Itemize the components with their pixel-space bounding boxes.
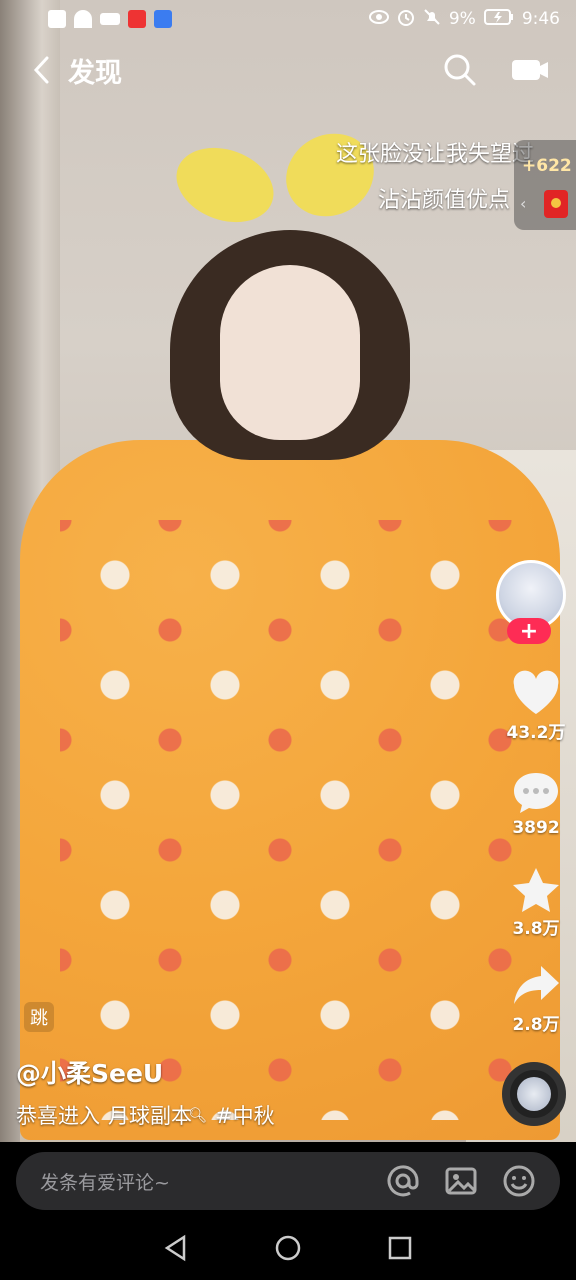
nav-home-button[interactable] <box>268 1228 308 1268</box>
video-caption-line2: 沾沾颜值优点 <box>377 188 510 213</box>
search-keyword: 月球副本 <box>108 1104 192 1128</box>
back-button[interactable] <box>22 50 62 90</box>
chevron-left-icon: ‹ <box>520 194 527 213</box>
comment-count: 3892 <box>512 818 560 838</box>
comment-icon <box>514 773 558 813</box>
share-button[interactable]: 2.8万 <box>504 962 568 1035</box>
mute-icon <box>423 8 441 31</box>
hashtag-link[interactable]: #中秋 <box>215 1100 275 1130</box>
star-icon <box>513 868 559 912</box>
music-disc-button[interactable] <box>502 1062 566 1126</box>
share-arrow-icon <box>514 966 559 1004</box>
share-count: 2.8万 <box>512 1015 560 1035</box>
follow-button[interactable]: + <box>507 618 551 644</box>
shirt-pattern <box>60 520 530 1120</box>
plus-icon: + <box>519 618 539 644</box>
music-cover <box>517 1077 551 1111</box>
wifi-icon <box>74 10 92 28</box>
top-header: 发现 <box>0 40 576 100</box>
video-camera-icon <box>512 60 548 80</box>
alarm-icon <box>397 8 415 31</box>
search-button[interactable] <box>440 50 480 90</box>
page-title: 发现 <box>68 57 122 89</box>
heart-icon <box>513 670 559 714</box>
battery-percent: 9% <box>448 9 476 29</box>
image-button[interactable] <box>444 1164 478 1198</box>
square-recents-icon <box>388 1236 412 1260</box>
nav-back-button[interactable] <box>156 1228 196 1268</box>
desc-text: 恭喜进入 <box>16 1104 100 1128</box>
nav-recents-button[interactable] <box>380 1228 420 1268</box>
search-keyword-link[interactable]: 月球副本 🔍︎ <box>108 1100 207 1130</box>
app-icon <box>154 10 172 28</box>
search-mini-icon: 🔍︎ <box>188 1106 208 1124</box>
reward-count: +622 <box>522 156 572 176</box>
author-name[interactable]: @小柔SeeU <box>16 1054 163 1090</box>
smile-icon <box>503 1165 535 1197</box>
search-icon <box>444 54 476 86</box>
status-right: 9% 9:46 <box>368 8 560 31</box>
status-left-icons <box>48 10 172 28</box>
circle-home-icon <box>275 1235 301 1261</box>
at-icon <box>387 1165 419 1197</box>
mention-button[interactable] <box>386 1164 420 1198</box>
video-icon <box>100 13 120 25</box>
eye-icon <box>368 9 389 29</box>
comment-button[interactable]: 3892 <box>504 770 568 838</box>
like-button[interactable]: 43.2万 <box>504 670 568 743</box>
camera-button[interactable] <box>510 52 550 88</box>
red-envelope-icon <box>544 190 568 218</box>
image-icon <box>445 1167 477 1195</box>
favorite-button[interactable]: 3.8万 <box>504 866 568 939</box>
person-face <box>220 265 360 440</box>
video-frame[interactable] <box>0 0 576 1142</box>
favorite-count: 3.8万 <box>512 919 560 939</box>
comment-bar[interactable]: 发条有爱评论~ <box>16 1152 560 1210</box>
clock: 9:46 <box>521 9 560 29</box>
comment-input[interactable]: 发条有爱评论~ <box>40 1168 386 1195</box>
weibo-icon <box>128 10 146 28</box>
notification-icon <box>48 10 66 28</box>
like-count: 43.2万 <box>506 723 566 743</box>
emoji-button[interactable] <box>502 1164 536 1198</box>
post-description: 恭喜进入 月球副本 🔍︎ #中秋 <box>16 1100 275 1130</box>
status-bar: 9% 9:46 <box>0 0 576 38</box>
tag-badge: 跳 <box>24 1002 54 1032</box>
system-nav-bar <box>0 1216 576 1280</box>
video-caption-line1: 这张脸没让我失望过 <box>335 142 534 167</box>
chevron-left-icon <box>33 56 49 84</box>
triangle-back-icon <box>164 1234 186 1262</box>
reward-widget[interactable]: +622 ‹ <box>514 140 576 230</box>
battery-icon <box>483 8 514 30</box>
